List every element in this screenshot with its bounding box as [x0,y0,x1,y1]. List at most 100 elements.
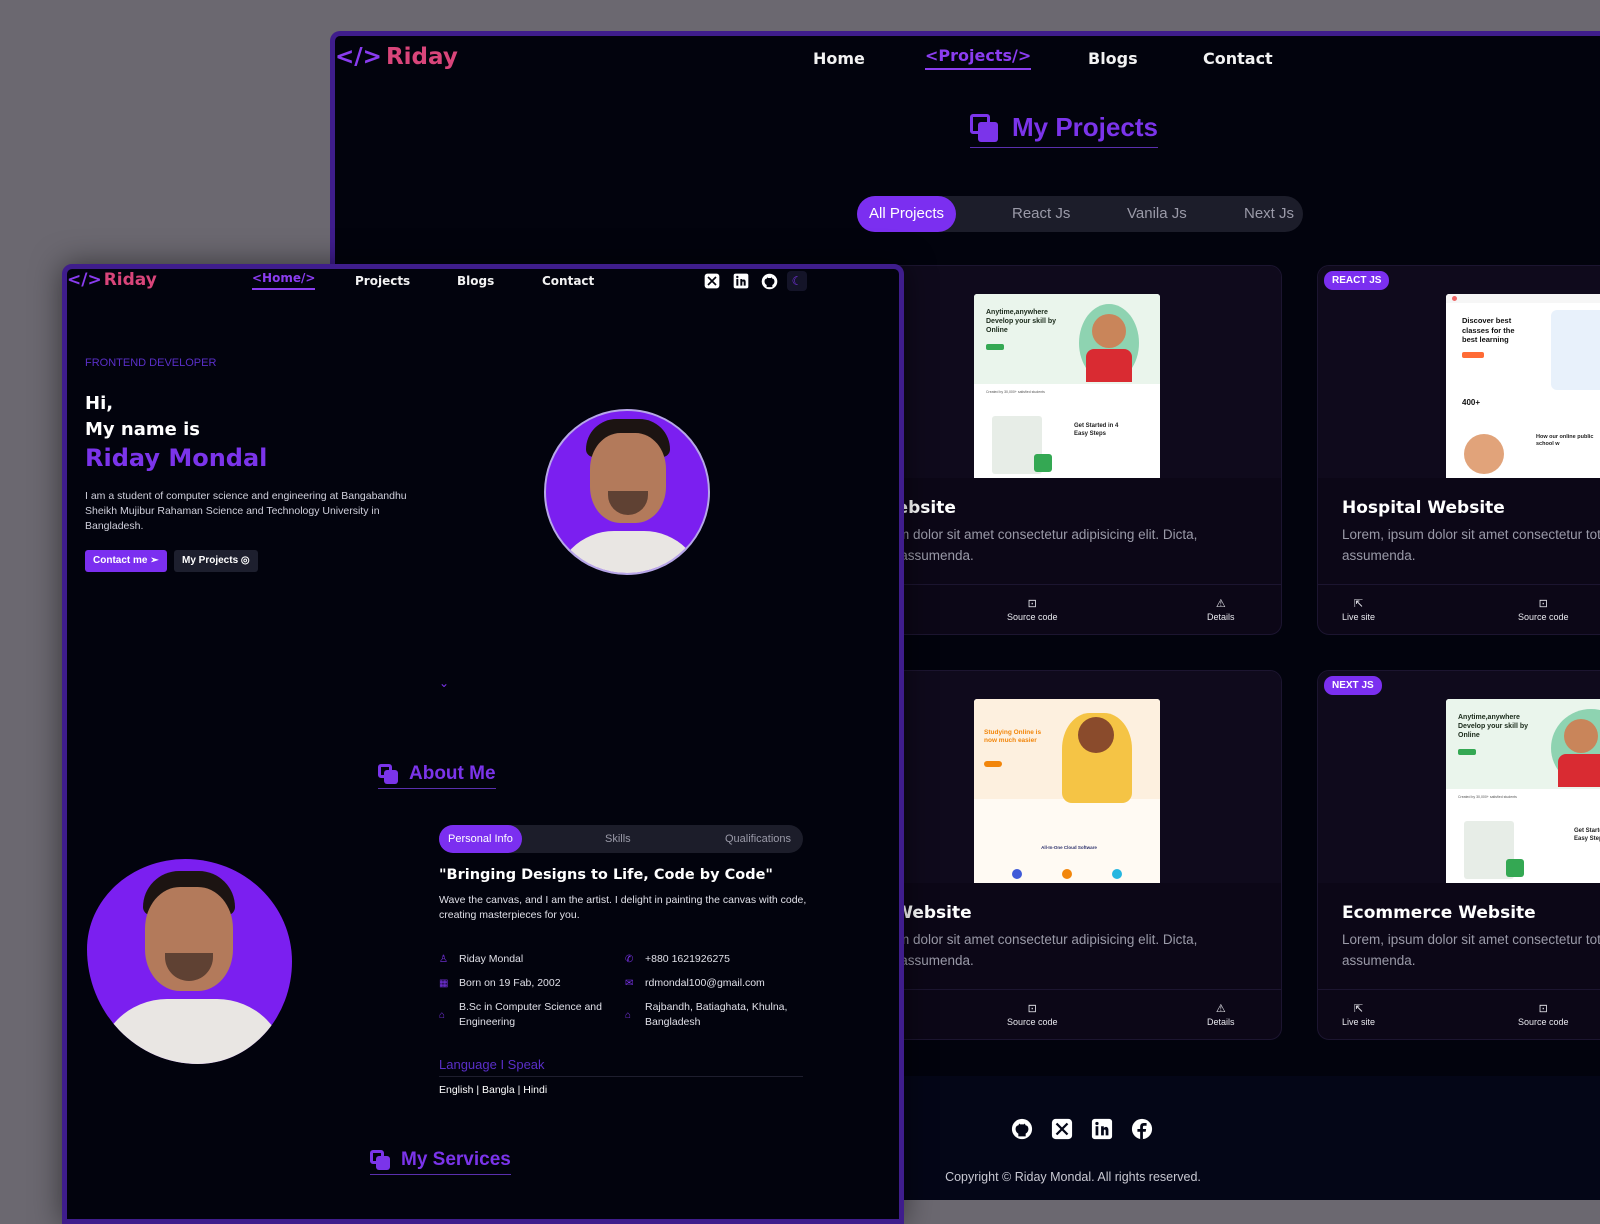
scroll-down-chevron-icon[interactable]: ⌄ [439,676,449,690]
nav-contact[interactable]: Contact [542,274,594,288]
graduation-cap-icon: ⌂ [439,1010,446,1021]
calendar-icon: ▦ [439,978,449,989]
hero-bio: I am a student of computer science and e… [85,490,407,532]
nav-projects[interactable]: <Projects/> [925,46,1032,70]
section-title-services: My Services [370,1149,511,1175]
project-desc: Lorem, ipsum dolor sit amet consectetur … [1342,527,1600,563]
project-desc: Lorem, ipsum dolor sit amet consectetur … [1342,932,1600,968]
facebook-icon[interactable] [1131,1118,1153,1140]
code-file-icon: ⊡ [1027,1003,1037,1015]
filter-all[interactable]: All Projects [857,196,957,232]
home-window: </> Riday <Home/> Projects Blogs Contact … [62,264,904,1224]
hero-hi: Hi, [85,393,114,414]
code-icon: </> [335,44,382,70]
about-quote: "Bringing Designs to Life, Code by Code" [439,867,773,883]
nav-projects[interactable]: Projects [355,274,410,288]
info-email[interactable]: rdmondal100@gmail.com [645,976,765,991]
linkedin-icon[interactable] [1091,1118,1113,1140]
copyright: Copyright © Riday Mondal. All rights res… [945,1170,1201,1184]
warning-icon: ⚠ [1215,1003,1226,1015]
project-image: Discover best classes for the best learn… [1318,266,1600,478]
about-tabs: Personal Info Skills Qualifications [439,825,803,853]
languages: English | Bangla | Hindi [439,1084,548,1096]
code-file-icon: ⊡ [1027,598,1037,610]
hero-name-intro: My name is [85,419,200,440]
tech-badge: NEXT JS [1324,676,1382,695]
details-link[interactable]: ⚠ Details [1207,597,1235,622]
project-image: Anytime,anywhere Develop your skill by O… [1318,671,1600,883]
info-degree: B.Sc in Computer Science and Engineering [459,1001,602,1028]
github-icon[interactable] [1011,1118,1033,1140]
live-site-link[interactable]: ⇱ Live site [1342,597,1375,622]
user-icon: ♙ [439,954,448,965]
project-card: Anytime,anywhere Develop your skill by O… [850,265,1282,635]
website-screenshot: Discover best classes for the best learn… [1446,294,1600,478]
nav-blogs[interactable]: Blogs [1088,49,1138,68]
code-icon: </> [67,270,102,290]
my-projects-button[interactable]: My Projects ◎ [174,550,258,572]
hero-role: FRONTEND DEVELOPER [85,357,217,369]
info-address: Rajbandh, Batiaghata, Khulna, Bangladesh [645,1001,788,1028]
code-file-icon: ⊡ [1538,598,1548,610]
live-site-link[interactable]: ⇱ Live site [1342,1002,1375,1027]
tab-qualifications[interactable]: Qualifications [725,825,791,853]
mail-icon: ✉ [625,978,634,989]
about-avatar [87,859,292,1064]
phone-icon: ✆ [625,954,634,965]
github-icon[interactable] [761,273,778,290]
nav-home[interactable]: Home [813,49,865,68]
project-card: Discover best classes for the best learn… [1317,265,1600,635]
warning-icon: ⚠ [1215,598,1226,610]
details-link[interactable]: ⚠ Details [1207,1002,1235,1027]
nav-home[interactable]: <Home/> [252,271,316,290]
project-title: Ecommerce Website [1342,903,1536,923]
project-card: Studying Online is now much easier All-I… [850,670,1282,1040]
language-title: Language I Speak [439,1057,803,1077]
github-icon: ◎ [240,555,250,566]
info-born: Born on 19 Fab, 2002 [459,977,561,989]
source-code-link[interactable]: ⊡ Source code [1518,1002,1569,1027]
info-name: Riday Mondal [459,953,524,965]
send-icon: ➢ [150,555,159,566]
source-code-link[interactable]: ⊡ Source code [1518,597,1569,622]
logo[interactable]: </> Riday [335,44,458,70]
copy-icon [378,764,400,784]
copy-icon [370,1150,392,1170]
website-screenshot: Anytime,anywhere Develop your skill by O… [1446,699,1600,883]
external-link-icon: ⇱ [1353,1003,1364,1015]
source-code-link[interactable]: ⊡ Source code [1007,1002,1058,1027]
hero-avatar [544,409,710,575]
tab-skills[interactable]: Skills [605,825,631,853]
tab-personal-info[interactable]: Personal Info [439,825,522,853]
info-phone: +880 1621926275 [645,953,730,965]
filter-react[interactable]: React Js [1012,196,1070,232]
copy-icon [970,113,1000,142]
linkedin-icon[interactable] [733,273,749,289]
website-screenshot: Studying Online is now much easier All-I… [974,699,1160,883]
project-image: Studying Online is now much easier All-I… [851,671,1281,883]
project-card: Anytime,anywhere Develop your skill by O… [1317,670,1600,1040]
card-actions: e ⊡Source code ⚠Details [851,584,1281,634]
x-twitter-icon[interactable] [1051,1118,1073,1140]
theme-toggle-moon-icon[interactable]: ☾ [787,271,807,291]
code-file-icon: ⊡ [1538,1003,1548,1015]
section-title-about: About Me [378,763,496,789]
contact-me-button[interactable]: Contact me ➢ [85,550,167,572]
logo[interactable]: </> Riday [67,270,157,290]
card-actions: ⇱ Live site ⊡ Source code [1318,584,1600,634]
filter-vanilla[interactable]: Vanila Js [1127,196,1187,232]
source-code-link[interactable]: ⊡ Source code [1007,597,1058,622]
nav-blogs[interactable]: Blogs [457,274,494,288]
project-image: Anytime,anywhere Develop your skill by O… [851,266,1281,478]
card-actions: e ⊡Source code ⚠Details [851,989,1281,1039]
hero-name: Riday Mondal [85,444,268,472]
section-title-projects: My Projects [970,112,1158,148]
nav-contact[interactable]: Contact [1203,49,1273,68]
project-filters: All Projects React Js Vanila Js Next Js [857,196,1303,232]
filter-next[interactable]: Next Js [1244,196,1294,232]
external-link-icon: ⇱ [1353,598,1364,610]
website-screenshot: Anytime,anywhere Develop your skill by O… [974,294,1160,478]
project-title: Hospital Website [1342,498,1505,518]
x-twitter-icon[interactable] [704,273,720,289]
tech-badge: REACT JS [1324,271,1390,290]
